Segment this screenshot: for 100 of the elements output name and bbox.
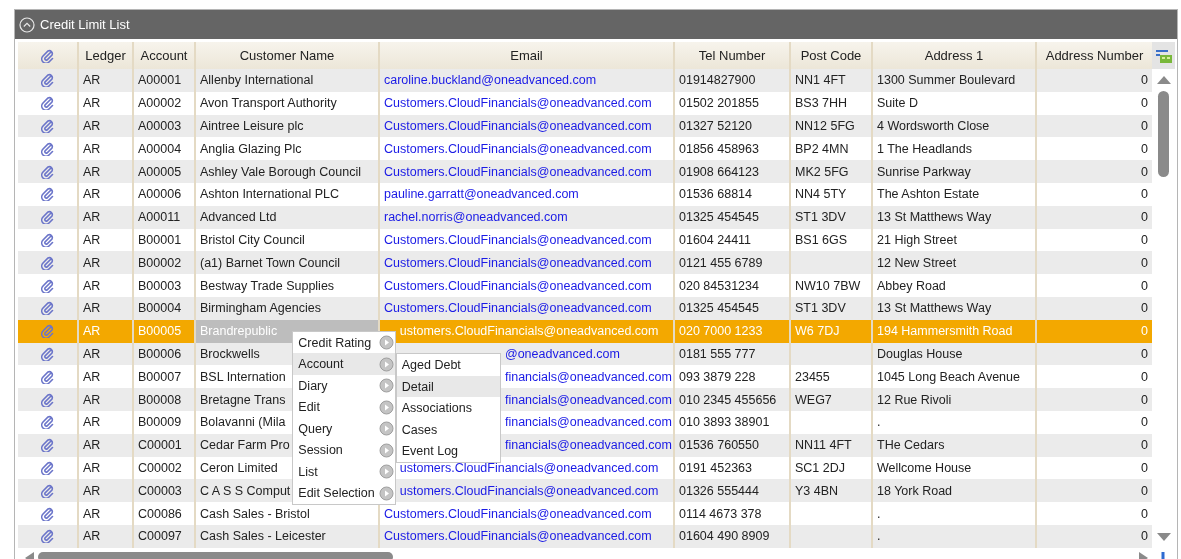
column-header[interactable]: Customer Name — [195, 42, 379, 69]
paperclip-icon[interactable] — [41, 301, 54, 316]
paperclip-icon[interactable] — [41, 529, 54, 544]
menu-item[interactable]: Aged Debt — [396, 354, 500, 376]
table-cell: 0 — [1141, 324, 1148, 339]
email-link[interactable]: ustomers.CloudFinancials@oneadvanced.com — [399, 460, 659, 475]
scroll-up-arrow-icon[interactable] — [1156, 75, 1171, 85]
column-header[interactable]: Account — [133, 42, 195, 69]
table-cell: NW10 7BW — [795, 278, 861, 293]
table-cell: 0 — [1141, 415, 1148, 430]
paperclip-icon[interactable] — [41, 141, 54, 156]
table-cell: 13 St Matthews Way — [877, 210, 992, 225]
menu-item[interactable]: Associations — [396, 397, 500, 419]
table-cell: Birmingham Agencies — [200, 301, 321, 316]
paperclip-icon[interactable] — [41, 483, 54, 498]
paperclip-icon[interactable] — [41, 415, 54, 430]
paperclip-icon[interactable] — [41, 187, 54, 202]
table-cell: 0 — [1141, 96, 1148, 111]
email-link[interactable]: financials@oneadvanced.com — [504, 438, 672, 453]
paperclip-icon[interactable] — [41, 210, 54, 225]
table-cell: B00004 — [138, 301, 182, 316]
table-cell: B00001 — [138, 232, 182, 247]
table-cell: AR — [83, 96, 101, 111]
table-cell: AR — [83, 506, 101, 521]
vertical-scrollbar-thumb[interactable] — [1158, 91, 1169, 177]
table-cell: Advanced Ltd — [200, 210, 277, 225]
menu-item[interactable]: List — [293, 460, 395, 483]
table-cell: 23455 — [795, 369, 830, 384]
table-cell: 0181 555 777 — [679, 346, 756, 361]
table-cell: ST1 3DV — [795, 301, 846, 316]
paperclip-icon[interactable] — [41, 506, 54, 521]
menu-item[interactable]: Cases — [396, 418, 500, 441]
table-cell: 01327 52120 — [679, 119, 752, 133]
table-cell: AR — [83, 392, 101, 407]
table-cell: Aintree Leisure plc — [200, 119, 304, 133]
table-cell: C00002 — [138, 460, 182, 475]
paperclip-icon[interactable] — [41, 96, 54, 111]
menu-item[interactable]: Account — [293, 353, 395, 375]
table-cell: A00001 — [138, 73, 182, 88]
paperclip-icon[interactable] — [41, 232, 54, 247]
email-link[interactable]: Customers.CloudFinancials@oneadvanced.com — [384, 141, 652, 156]
column-header[interactable]: Post Code — [790, 42, 872, 69]
column-header[interactable]: Email — [379, 42, 674, 69]
paperclip-icon[interactable] — [41, 255, 54, 270]
column-header[interactable]: Tel Number — [674, 42, 790, 69]
email-link[interactable]: Customers.CloudFinancials@oneadvanced.com — [384, 96, 652, 111]
paperclip-icon[interactable] — [41, 164, 54, 179]
table-cell: 4 Wordsworth Close — [877, 119, 990, 133]
column-header[interactable]: Ledger — [78, 42, 133, 69]
paperclip-icon[interactable] — [41, 460, 54, 475]
table-cell: 01325 454545 — [679, 210, 759, 225]
table-cell: 093 3879 228 — [679, 369, 756, 384]
table-cell: AR — [83, 369, 101, 384]
menu-item[interactable]: Edit — [293, 396, 395, 418]
columns-icon — [1154, 47, 1173, 64]
menu-item[interactable]: Edit Selection — [293, 482, 395, 504]
paperclip-icon[interactable] — [41, 369, 54, 384]
email-link[interactable]: financials@oneadvanced.com — [504, 369, 672, 384]
column-header[interactable]: Address Number — [1036, 42, 1152, 69]
paperclip-icon[interactable] — [41, 278, 54, 293]
menu-item[interactable]: Detail — [396, 375, 500, 398]
table-cell: 21 High Street — [877, 232, 957, 247]
table-cell: A00011 — [138, 210, 181, 225]
table-cell: 0 — [1141, 255, 1148, 270]
paperclip-icon[interactable] — [41, 73, 54, 88]
table-cell: Douglas House — [877, 346, 963, 361]
table-cell: 0 — [1141, 73, 1148, 88]
table-cell: BS1 6GS — [795, 232, 848, 247]
paperclip-icon[interactable] — [41, 438, 54, 453]
table-cell: A00006 — [138, 187, 182, 202]
email-link[interactable]: pauline.garratt@oneadvanced.com — [384, 187, 579, 202]
paperclip-icon — [41, 48, 54, 63]
scroll-down-arrow-icon[interactable] — [1156, 531, 1171, 542]
table-cell: AR — [83, 415, 101, 430]
table-cell: MK2 5FG — [795, 164, 849, 179]
email-link[interactable]: Customers.CloudFinancials@oneadvanced.com — [384, 506, 652, 521]
email-link[interactable]: financials@oneadvanced.com — [504, 415, 672, 430]
menu-item[interactable]: Session — [293, 439, 395, 461]
table-cell: . — [877, 415, 881, 430]
menu-item[interactable]: Query — [293, 417, 395, 440]
table-cell: 0 — [1141, 438, 1148, 453]
paperclip-icon[interactable] — [41, 346, 54, 361]
table-cell: Cash Sales - Leicester — [200, 529, 326, 544]
paperclip-icon[interactable] — [41, 119, 54, 133]
menu-item[interactable]: Diary — [293, 374, 395, 397]
menu-item[interactable]: Event Log — [396, 440, 500, 462]
paperclip-icon[interactable] — [41, 392, 54, 407]
collapse-icon[interactable] — [19, 16, 35, 33]
email-link[interactable]: Customers.CloudFinancials@oneadvanced.com — [384, 232, 652, 247]
horizontal-scrollbar-thumb[interactable] — [38, 551, 393, 559]
paperclip-icon[interactable] — [41, 324, 54, 339]
table-cell: 1045 Long Beach Avenue — [877, 369, 1020, 384]
table-cell: Bristol City Council — [200, 232, 305, 247]
email-link[interactable]: Customers.CloudFinancials@oneadvanced.com — [384, 278, 652, 293]
table-cell: Wellcome House — [877, 460, 972, 475]
table-cell: 0 — [1141, 164, 1148, 179]
column-header[interactable]: Address 1 — [872, 42, 1036, 69]
table-cell: NN4 5TY — [795, 187, 847, 202]
column-chooser-button[interactable] — [1152, 42, 1175, 69]
table-cell: C A S S Comput — [200, 483, 291, 498]
